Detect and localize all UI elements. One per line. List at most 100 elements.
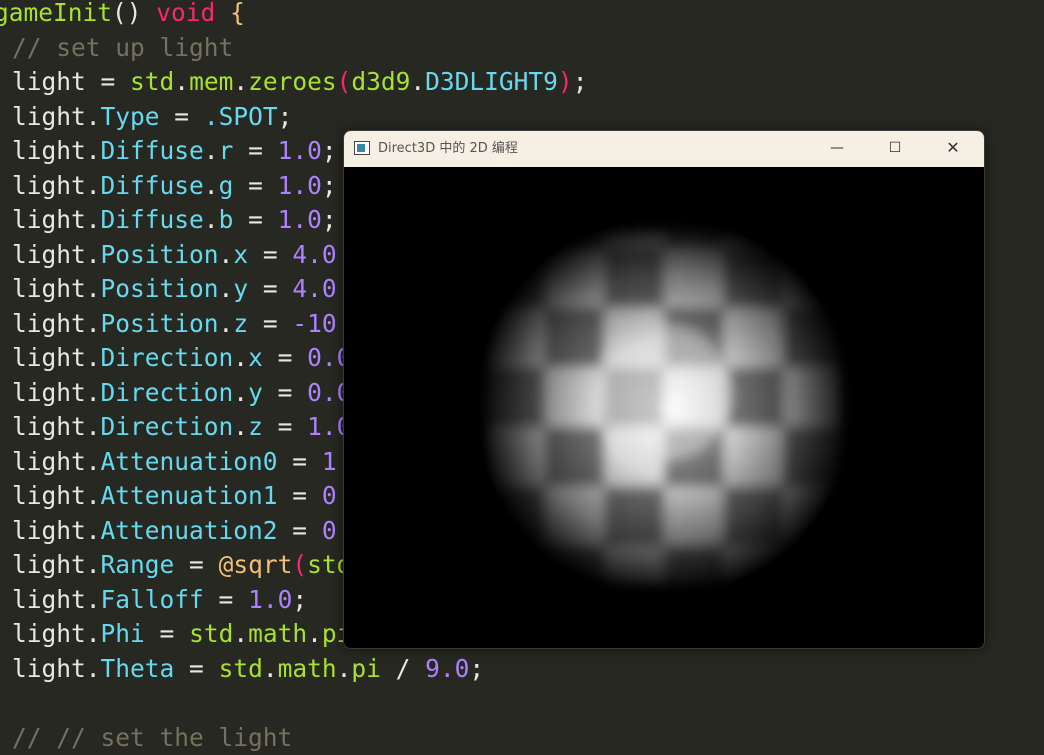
code-token: 1.0: [277, 136, 322, 165]
code-token: =: [233, 170, 278, 200]
code-line[interactable]: light.Attenuation2 = 0: [12, 514, 337, 548]
code-line[interactable]: light.Falloff = 1.0;: [12, 583, 307, 617]
code-token: .: [233, 343, 249, 372]
minimize-button[interactable]: —: [808, 131, 866, 167]
code-token: .: [410, 67, 426, 96]
code-token: =: [233, 205, 278, 234]
code-token: =: [248, 308, 293, 338]
window-title: Direct3D 中的 2D 编程: [378, 141, 518, 156]
code-token: D3DLIGHT9: [425, 67, 558, 96]
code-token: x: [233, 239, 249, 269]
code-line[interactable]: light.Phi = std.math.pi: [12, 617, 351, 651]
code-token: pi: [351, 653, 381, 683]
code-line[interactable]: light.Position.y = 4.0: [12, 272, 337, 306]
code-token: Diffuse: [100, 170, 204, 200]
code-token: Theta: [100, 653, 175, 683]
code-token: (): [112, 0, 157, 27]
code-token: .: [85, 481, 101, 510]
code-token: z: [248, 412, 263, 441]
code-token: 0: [321, 481, 337, 510]
code-token: =: [262, 343, 308, 372]
code-token: .: [85, 170, 101, 200]
maximize-button[interactable]: ☐: [866, 131, 924, 167]
code-token: (: [292, 550, 308, 579]
close-button[interactable]: ✕: [924, 131, 982, 167]
code-token: Attenuation1: [100, 481, 278, 510]
code-token: =: [277, 481, 322, 510]
code-line[interactable]: light.Attenuation0 = 1: [12, 445, 337, 479]
code-line[interactable]: light.Diffuse.g = 1.0;: [12, 169, 337, 203]
app-icon: [354, 141, 370, 155]
code-token: zeroes: [248, 67, 337, 96]
code-line[interactable]: light.Range = @sqrt(std: [12, 548, 351, 582]
code-token: .: [307, 619, 322, 648]
code-token: ;: [321, 205, 337, 234]
code-token: Direction: [100, 343, 234, 372]
code-line[interactable]: light.Direction.z = 1.0: [12, 410, 351, 444]
code-token: light: [12, 67, 86, 96]
code-token: light: [12, 446, 86, 476]
code-line[interactable]: // set up light: [12, 31, 233, 65]
code-token: 1: [321, 446, 337, 476]
code-token: light: [12, 136, 86, 165]
code-line[interactable]: light.Direction.y = 0.0: [12, 376, 351, 410]
code-token: b: [218, 205, 234, 234]
code-token: .: [85, 239, 101, 269]
code-token: =: [248, 239, 293, 269]
code-line[interactable]: light = std.mem.zeroes(d3d9.D3DLIGHT9);: [12, 65, 587, 99]
code-token: =: [262, 377, 308, 407]
code-token: Attenuation2: [100, 515, 278, 545]
code-token: 4.0: [292, 274, 337, 303]
code-token: Position: [100, 274, 219, 303]
code-line[interactable]: light.Diffuse.r = 1.0;: [12, 134, 337, 168]
code-token: // set up light: [12, 32, 234, 62]
code-token: =: [203, 584, 249, 614]
code-token: void: [156, 0, 216, 27]
code-token: =: [159, 101, 204, 131]
code-line[interactable]: light.Position.z = -10: [12, 307, 337, 341]
code-token: z: [233, 308, 249, 338]
code-token: light: [12, 584, 86, 614]
code-token: .: [85, 274, 101, 303]
code-token: /: [380, 653, 426, 683]
code-token: gameInit: [0, 0, 113, 27]
code-token: .: [85, 343, 101, 372]
code-line[interactable]: gameInit() void {: [0, 0, 245, 30]
code-token: .: [218, 308, 234, 338]
code-line[interactable]: // // set the light: [12, 721, 292, 755]
code-token: light: [12, 343, 86, 372]
code-token: .: [174, 67, 190, 96]
code-line[interactable]: light.Attenuation1 = 0: [12, 479, 337, 513]
code-token: .: [262, 653, 278, 683]
code-line[interactable]: light.Diffuse.b = 1.0;: [12, 203, 337, 237]
code-token: mem: [189, 67, 234, 96]
code-token: y: [248, 377, 263, 407]
code-token: .: [85, 205, 101, 234]
code-token: .: [218, 239, 234, 269]
code-line[interactable]: light.Direction.x = 0.0: [12, 341, 351, 375]
code-token: Direction: [100, 412, 234, 441]
code-token: light: [12, 481, 86, 510]
code-token: .: [85, 515, 101, 545]
code-token: Falloff: [100, 584, 204, 614]
window-titlebar[interactable]: Direct3D 中的 2D 编程 — ☐ ✕: [344, 131, 984, 167]
code-token: (: [336, 67, 352, 96]
code-token: g: [218, 170, 234, 200]
code-line[interactable]: light.Position.x = 4.0: [12, 238, 337, 272]
code-line[interactable]: light.Type = .SPOT;: [12, 100, 292, 134]
code-token: .: [233, 67, 249, 96]
code-token: .: [85, 308, 101, 338]
code-token: .: [233, 412, 249, 441]
code-token: .: [218, 274, 234, 303]
code-token: Phi: [100, 619, 145, 648]
code-line[interactable]: light.Theta = std.math.pi / 9.0;: [12, 652, 484, 686]
code-token: =: [277, 515, 322, 545]
code-token: ;: [321, 170, 337, 200]
code-token: .: [85, 377, 101, 407]
code-token: ;: [469, 653, 485, 683]
code-token: ;: [292, 584, 308, 614]
code-token: =: [262, 412, 308, 441]
code-token: light: [12, 515, 86, 545]
code-token: .: [85, 550, 101, 579]
